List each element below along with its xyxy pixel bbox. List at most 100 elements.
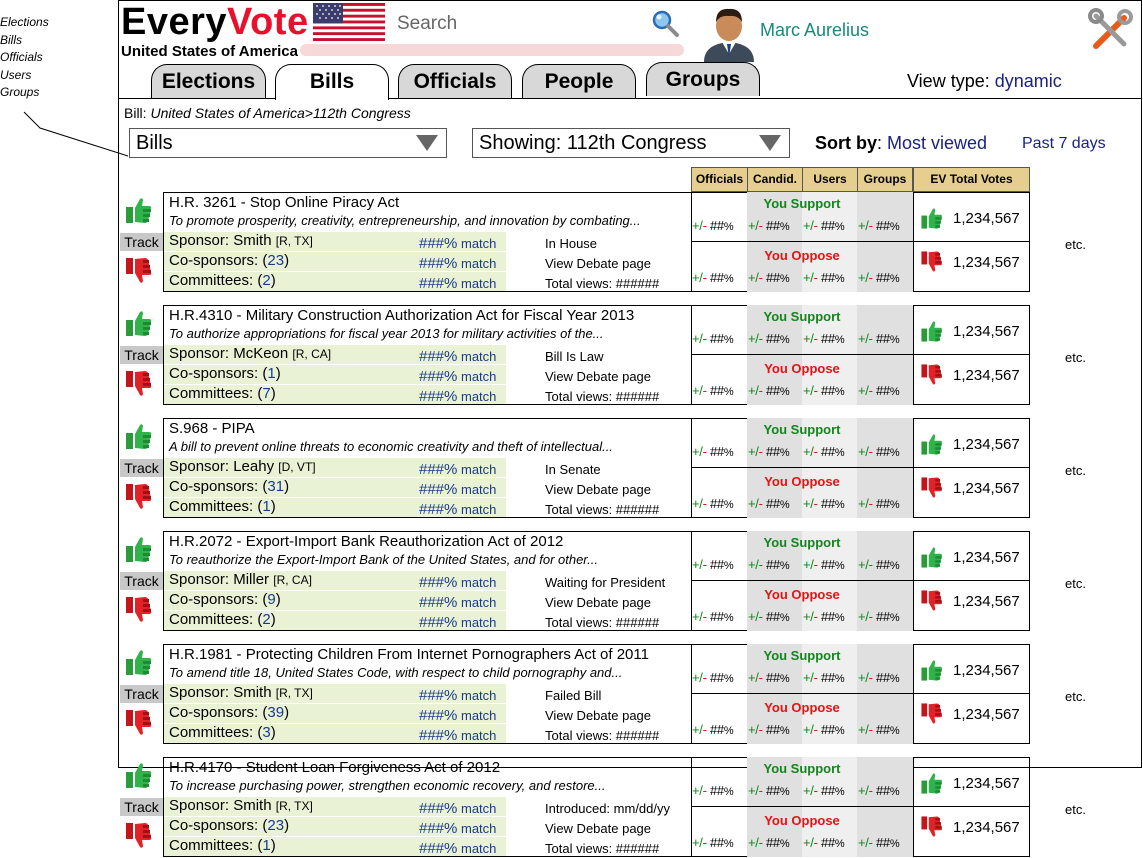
debate-link[interactable]: View Debate page [545,595,651,610]
cosponsors-count[interactable]: 23 [267,817,284,834]
track-button[interactable]: Track [120,798,163,816]
committees-count[interactable]: 2 [262,272,270,289]
oppose-thumb-icon[interactable] [919,475,945,506]
support-thumb-icon[interactable] [919,544,945,575]
thumbs-down-icon[interactable] [123,255,155,292]
search-icon[interactable] [650,8,680,38]
sponsor-match[interactable]: ###% match [419,235,496,252]
settings-tools-icon[interactable] [1088,8,1134,54]
support-thumb-icon[interactable] [919,431,945,462]
oppose-thumb-icon[interactable] [919,814,945,845]
debate-link[interactable]: View Debate page [545,821,651,836]
cosponsors-match[interactable]: ###% match [419,820,496,837]
thumbs-up-icon[interactable] [123,420,155,457]
debate-link[interactable]: View Debate page [545,482,651,497]
track-button[interactable]: Track [120,459,163,477]
thumbs-up-icon[interactable] [123,759,155,796]
sponsor-name[interactable]: Miller [233,571,269,588]
cosponsors-match[interactable]: ###% match [419,255,496,272]
bill-title[interactable]: H.R.1981 - Protecting Children From Inte… [169,646,649,663]
bill-title[interactable]: H.R. 3261 - Stop Online Piracy Act [169,194,399,211]
sidebar-item-officials[interactable]: Officials [0,49,49,67]
bill-title[interactable]: H.R.4310 - Military Construction Authori… [169,307,634,324]
oppose-thumb-icon[interactable] [919,249,945,280]
support-thumb-icon[interactable] [919,318,945,349]
thumbs-down-icon[interactable] [123,594,155,631]
category-dropdown[interactable]: Bills [129,128,447,158]
cosponsors-count[interactable]: 23 [267,252,284,269]
oppose-thumb-icon[interactable] [919,701,945,732]
track-button[interactable]: Track [120,346,163,364]
tab-officials[interactable]: Officials [398,64,512,98]
col-officials[interactable]: Officials [691,167,748,192]
bill-title[interactable]: H.R.4170 - Student Loan Forgiveness Act … [169,759,500,776]
sponsor-match[interactable]: ###% match [419,348,496,365]
col-candidates[interactable]: Candid. [747,167,803,192]
track-button[interactable]: Track [120,685,163,703]
committees-match[interactable]: ###% match [419,727,496,744]
search-bar[interactable] [300,44,684,56]
sponsor-name[interactable]: Smith [233,232,271,249]
track-button[interactable]: Track [120,572,163,590]
oppose-thumb-icon[interactable] [919,588,945,619]
cosponsors-count[interactable]: 9 [267,591,275,608]
committees-count[interactable]: 1 [262,837,270,854]
committees-match[interactable]: ###% match [419,275,496,292]
thumbs-down-icon[interactable] [123,368,155,405]
thumbs-up-icon[interactable] [123,533,155,570]
debate-link[interactable]: View Debate page [545,369,651,384]
thumbs-up-icon[interactable] [123,194,155,231]
sponsor-match[interactable]: ###% match [419,687,496,704]
sidebar-item-bills[interactable]: Bills [0,32,49,50]
debate-link[interactable]: View Debate page [545,256,651,271]
avatar[interactable] [700,2,758,62]
sidebar-item-groups[interactable]: Groups [0,84,49,102]
sidebar-item-elections[interactable]: Elections [0,14,49,32]
tab-people[interactable]: People [522,64,636,98]
congress-dropdown[interactable]: Showing: 112th Congress [472,128,790,158]
committees-match[interactable]: ###% match [419,501,496,518]
cosponsors-match[interactable]: ###% match [419,594,496,611]
tab-elections[interactable]: Elections [151,64,266,98]
sponsor-name[interactable]: McKeon [233,345,288,362]
sponsor-match[interactable]: ###% match [419,574,496,591]
cosponsors-count[interactable]: 39 [267,704,284,721]
user-name[interactable]: Marc Aurelius [760,20,869,41]
thumbs-down-icon[interactable] [123,481,155,518]
sidebar-item-users[interactable]: Users [0,67,49,85]
search-input[interactable]: Search [397,13,457,35]
support-thumb-icon[interactable] [919,770,945,801]
sponsor-name[interactable]: Leahy [233,458,274,475]
committees-match[interactable]: ###% match [419,840,496,857]
support-thumb-icon[interactable] [919,205,945,236]
thumbs-down-icon[interactable] [123,820,155,857]
cosponsors-match[interactable]: ###% match [419,707,496,724]
col-ev-total[interactable]: EV Total Votes [913,167,1030,192]
view-type-value[interactable]: dynamic [995,71,1062,91]
committees-count[interactable]: 1 [262,498,270,515]
col-users[interactable]: Users [802,167,858,192]
committees-match[interactable]: ###% match [419,614,496,631]
committees-count[interactable]: 7 [262,385,270,402]
oppose-thumb-icon[interactable] [919,362,945,393]
period-filter[interactable]: Past 7 days [1022,135,1106,153]
sponsor-name[interactable]: Smith [233,684,271,701]
committees-count[interactable]: 2 [262,611,270,628]
bill-title[interactable]: H.R.2072 - Export-Import Bank Reauthoriz… [169,533,563,550]
tab-groups[interactable]: Groups [646,62,760,96]
thumbs-down-icon[interactable] [123,707,155,744]
col-groups[interactable]: Groups [857,167,913,192]
cosponsors-match[interactable]: ###% match [419,368,496,385]
app-logo[interactable]: EveryVote [121,2,309,42]
sponsor-name[interactable]: Smith [233,797,271,814]
sponsor-match[interactable]: ###% match [419,461,496,478]
support-thumb-icon[interactable] [919,657,945,688]
sponsor-match[interactable]: ###% match [419,800,496,817]
thumbs-up-icon[interactable] [123,646,155,683]
cosponsors-count[interactable]: 1 [267,365,275,382]
debate-link[interactable]: View Debate page [545,708,651,723]
cosponsors-match[interactable]: ###% match [419,481,496,498]
bill-title[interactable]: S.968 - PIPA [169,420,255,437]
thumbs-up-icon[interactable] [123,307,155,344]
cosponsors-count[interactable]: 31 [267,478,284,495]
